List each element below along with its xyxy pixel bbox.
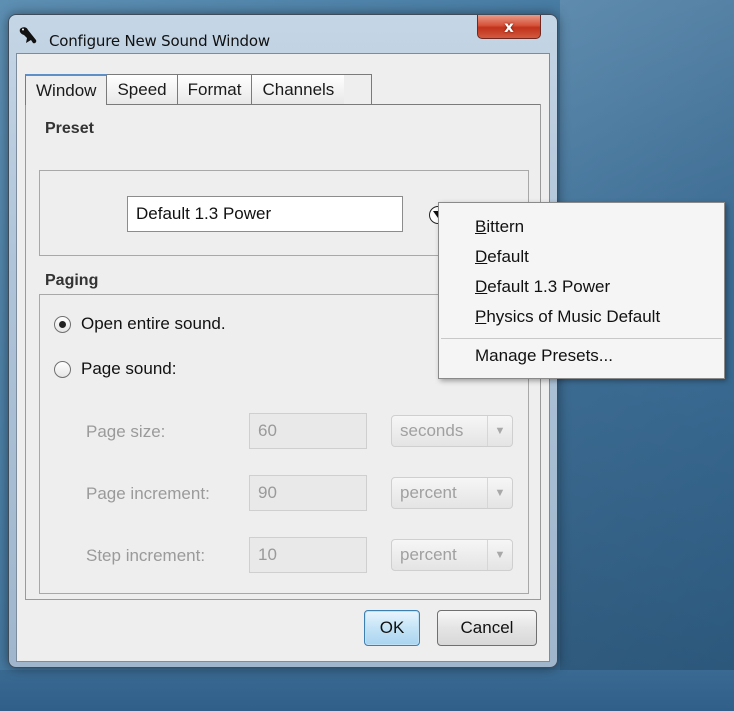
- menu-item-mnemonic: B: [475, 217, 487, 236]
- menu-item-mnemonic: D: [475, 277, 488, 296]
- close-icon: x: [504, 17, 514, 36]
- tab-label: Speed: [117, 79, 167, 99]
- app-logo-icon: [19, 27, 37, 44]
- menu-item-default-1-3-power[interactable]: Default 1.3 Power: [475, 277, 610, 297]
- page-increment-field[interactable]: 90: [249, 475, 367, 511]
- preset-popup-menu: Bittern Default Default 1.3 Power Physic…: [438, 202, 725, 379]
- page-increment-unit-select[interactable]: percent ▼: [391, 477, 513, 509]
- open-entire-sound-radio[interactable]: [54, 315, 71, 333]
- page-sound-radio[interactable]: [54, 360, 71, 378]
- menu-item-mnemonic: P: [475, 307, 487, 326]
- tab-bar: Window Speed Format Channels: [25, 74, 373, 105]
- tab-bar-filler: [344, 74, 373, 104]
- close-button[interactable]: x: [477, 15, 541, 39]
- open-entire-sound-option[interactable]: Open entire sound.: [54, 314, 226, 334]
- step-increment-unit-value: percent: [400, 545, 457, 564]
- menu-item-label: hysics of Music Default: [486, 307, 661, 326]
- paging-section-label: Paging: [45, 272, 99, 289]
- step-increment-unit-select[interactable]: percent ▼: [391, 539, 513, 571]
- page-increment-unit-value: percent: [400, 483, 457, 502]
- open-entire-sound-label: Open entire sound.: [81, 314, 226, 333]
- tab-label: Channels: [262, 79, 335, 99]
- tab-format[interactable]: Format: [176, 74, 253, 104]
- menu-item-mnemonic: D: [475, 247, 488, 266]
- preset-section-label: Preset: [45, 120, 94, 137]
- chevron-down-icon: ▼: [487, 416, 512, 446]
- menu-item-label: efault 1.3 Power: [487, 277, 611, 296]
- tab-window[interactable]: Window: [25, 74, 108, 105]
- menu-item-physics-of-music-default[interactable]: Physics of Music Default: [475, 307, 660, 327]
- tab-speed[interactable]: Speed: [106, 74, 178, 104]
- cancel-button[interactable]: Cancel: [437, 610, 537, 646]
- menu-item-default[interactable]: Default: [475, 247, 529, 267]
- menu-item-label: ittern: [486, 217, 525, 236]
- page-sound-label: Page sound:: [81, 359, 177, 378]
- title-bar[interactable]: Configure New Sound Window x: [9, 15, 557, 53]
- preset-name-field[interactable]: Default 1.3 Power: [127, 196, 403, 232]
- page-size-label: Page size:: [86, 422, 166, 441]
- menu-item-label: efault: [487, 247, 529, 266]
- tab-label: Format: [187, 79, 242, 99]
- tab-channels[interactable]: Channels: [251, 74, 346, 104]
- page-sound-option[interactable]: Page sound:: [54, 359, 176, 379]
- page-size-unit-select[interactable]: seconds ▼: [391, 415, 513, 447]
- page-increment-label: Page increment:: [86, 484, 210, 503]
- menu-item-manage-presets[interactable]: Manage Presets...: [475, 346, 613, 366]
- ok-button[interactable]: OK: [364, 610, 420, 646]
- menu-item-bittern[interactable]: Bittern: [475, 217, 524, 237]
- window-title: Configure New Sound Window: [49, 32, 270, 50]
- desktop-background-bottom: [0, 670, 734, 711]
- page-size-unit-value: seconds: [400, 421, 464, 440]
- step-increment-field[interactable]: 10: [249, 537, 367, 573]
- menu-separator: [441, 338, 722, 339]
- chevron-down-icon: ▼: [487, 540, 512, 570]
- page-size-field[interactable]: 60: [249, 413, 367, 449]
- tab-label: Window: [36, 80, 97, 100]
- chevron-down-icon: ▼: [487, 478, 512, 508]
- step-increment-label: Step increment:: [86, 546, 206, 565]
